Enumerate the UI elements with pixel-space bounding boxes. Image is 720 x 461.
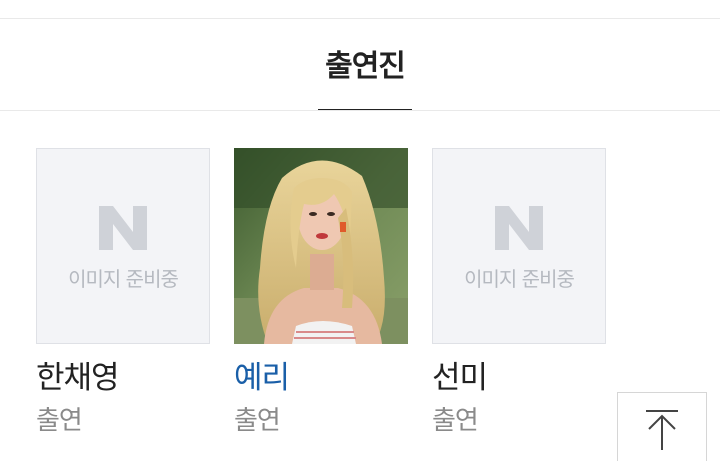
cast-role: 출연 [234, 406, 281, 436]
naver-n-logo-icon [495, 206, 543, 250]
cast-name[interactable]: 예리 [234, 358, 290, 398]
naver-n-logo-icon [99, 206, 147, 250]
arrow-up-icon [646, 410, 678, 450]
cast-item[interactable]: 이미지 준비중 선미 출연 [432, 148, 606, 436]
placeholder-text: 이미지 준비중 [68, 267, 179, 291]
placeholder-text: 이미지 준비중 [464, 267, 575, 291]
portrait-photo [234, 148, 408, 344]
cast-item[interactable]: 예리 출연 [234, 148, 408, 436]
cast-name[interactable]: 선미 [432, 358, 488, 398]
cast-item[interactable]: 이미지 준비중 한채영 출연 [36, 148, 210, 436]
cast-role: 출연 [432, 406, 479, 436]
cast-role: 출연 [36, 406, 83, 436]
cast-photo [234, 148, 408, 344]
tab-cast-label: 출연진 [325, 49, 406, 84]
cast-photo-placeholder: 이미지 준비중 [36, 148, 210, 344]
tab-bar: 출연진 [0, 19, 720, 111]
page: 출연진 이미지 준비중 한채영 출연 예리 출연 이미지 준비중 선미 출연 [0, 0, 720, 461]
tab-divider [0, 110, 720, 111]
cast-name[interactable]: 한채영 [36, 358, 120, 398]
cast-photo-placeholder: 이미지 준비중 [432, 148, 606, 344]
scroll-to-top-button[interactable] [617, 392, 707, 461]
tab-cast[interactable]: 출연진 [318, 19, 412, 111]
